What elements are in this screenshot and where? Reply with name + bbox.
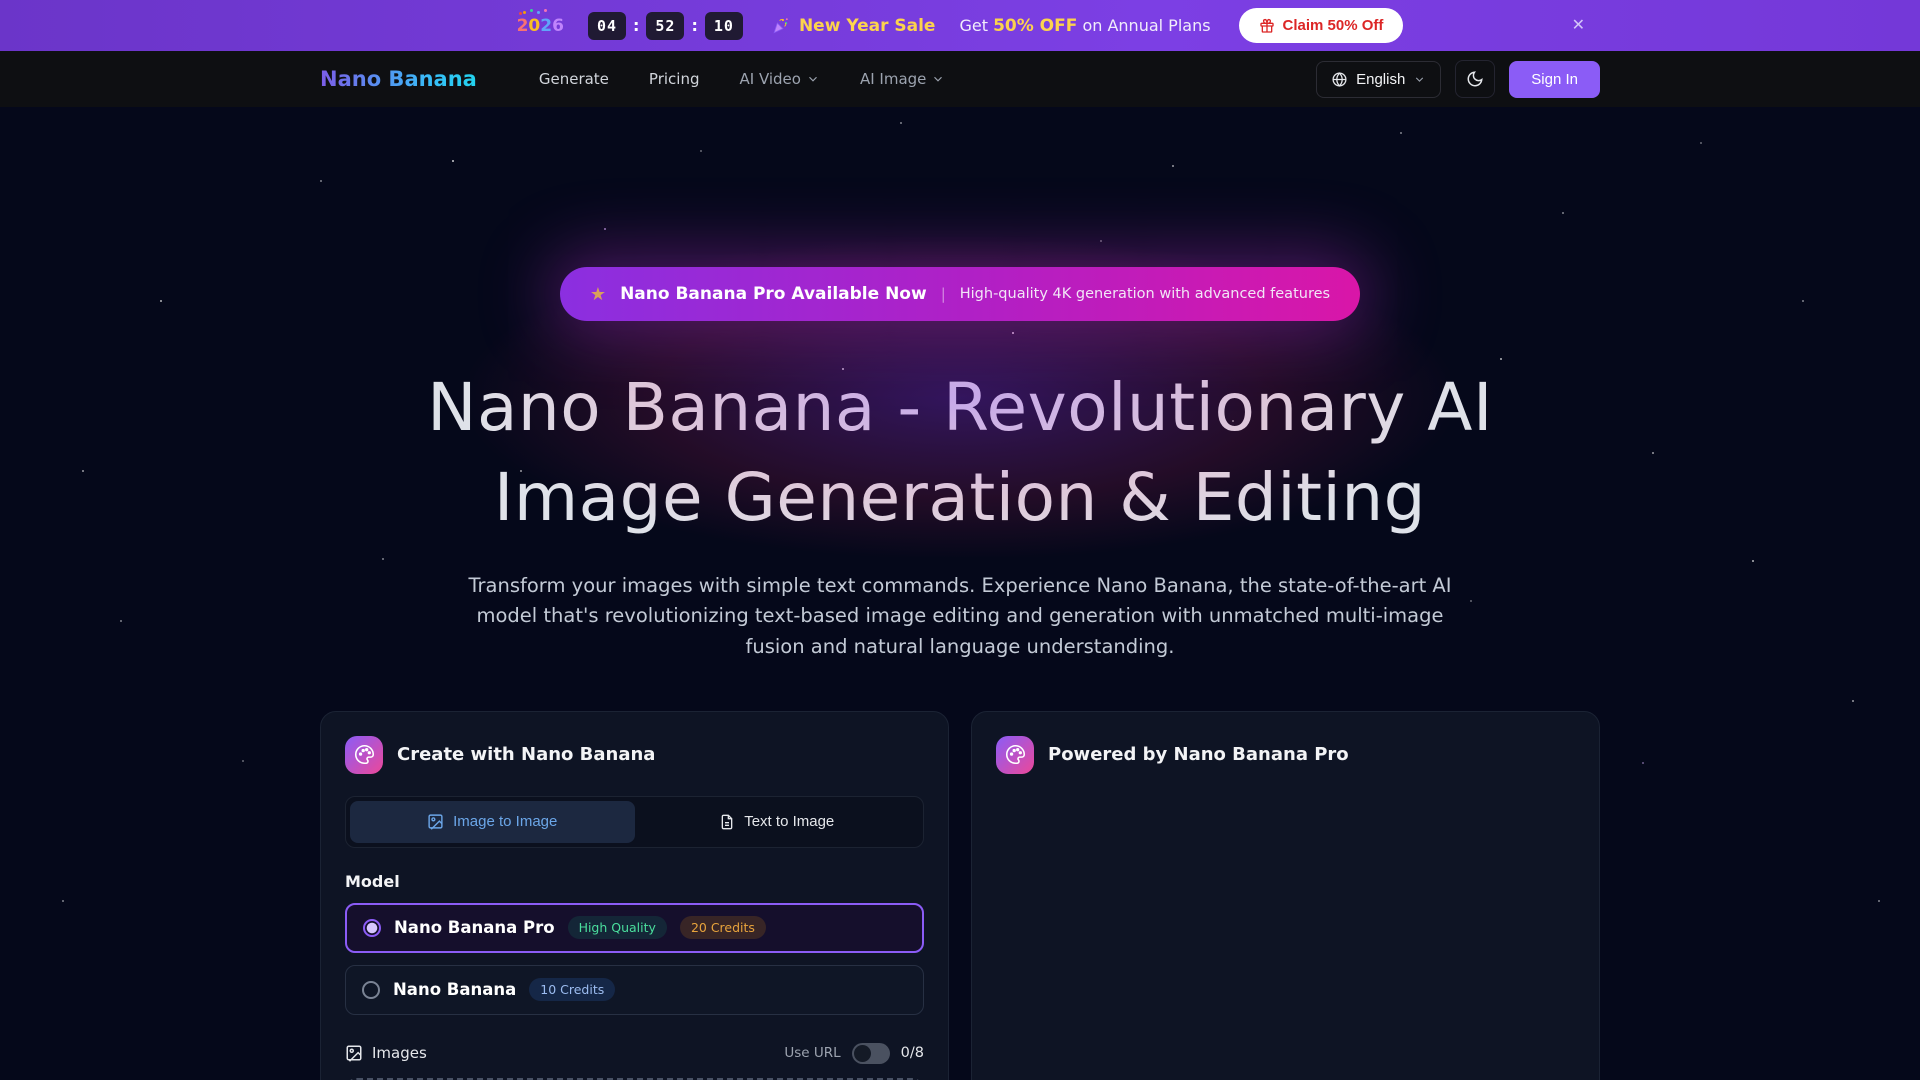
hero-section: ★ Nano Banana Pro Available Now | High-q…	[0, 107, 1920, 663]
top-navigation: Nano Banana Generate Pricing AI Video AI…	[0, 51, 1920, 107]
images-label: Images	[372, 1044, 427, 1062]
radio-unselected-icon	[362, 981, 380, 999]
badge-subtitle: High-quality 4K generation with advanced…	[960, 286, 1330, 302]
credits-badge: 10 Credits	[529, 978, 615, 1001]
countdown-minutes: 52	[646, 12, 684, 40]
palette-icon	[996, 736, 1034, 774]
credits-badge: 20 Credits	[680, 916, 766, 939]
preview-title: Powered by Nano Banana Pro	[1048, 744, 1349, 765]
language-selector[interactable]: English	[1316, 61, 1441, 98]
nav-links: Generate Pricing AI Video AI Image	[539, 70, 946, 88]
moon-icon	[1466, 70, 1484, 88]
page-title: Nano Banana - Revolutionary AI Image Gen…	[0, 363, 1920, 543]
generator-title: Create with Nano Banana	[397, 744, 655, 765]
chevron-down-icon	[931, 72, 945, 86]
document-icon	[719, 814, 735, 830]
gift-icon	[1259, 18, 1275, 34]
model-option-nano-banana-pro[interactable]: Nano Banana Pro High Quality 20 Credits	[345, 903, 924, 953]
countdown-separator: :	[633, 16, 639, 35]
image-counter: 0/8	[901, 1045, 924, 1061]
countdown-timer: 04 : 52 : 10	[588, 12, 743, 40]
claim-offer-button[interactable]: Claim 50% Off	[1239, 8, 1404, 43]
preview-card: Powered by Nano Banana Pro	[971, 711, 1600, 1080]
image-icon	[427, 813, 444, 830]
images-header-row: Images Use URL 0/8	[345, 1043, 924, 1064]
badge-divider: |	[941, 285, 946, 303]
tab-text-to-image[interactable]: Text to Image	[635, 801, 920, 843]
sale-offer-text: Get 50% OFF on Annual Plans	[959, 16, 1210, 36]
countdown-separator: :	[691, 16, 697, 35]
badge-title: Nano Banana Pro Available Now	[620, 284, 927, 304]
party-popper-icon	[771, 16, 790, 35]
generator-card: Create with Nano Banana Image to Image T…	[320, 711, 949, 1080]
sale-headline: New Year Sale	[771, 16, 936, 36]
sale-title: New Year Sale	[799, 16, 936, 36]
use-url-label: Use URL	[784, 1045, 840, 1061]
logo[interactable]: Nano Banana	[320, 67, 477, 91]
image-icon	[345, 1044, 363, 1062]
banner-close-button[interactable]: ✕	[1572, 18, 1585, 34]
discount-amount: 50% OFF	[993, 16, 1077, 36]
countdown-seconds: 10	[705, 12, 743, 40]
star-icon: ★	[590, 284, 606, 305]
nav-item-ai-video[interactable]: AI Video	[739, 70, 819, 88]
pro-announcement-badge[interactable]: ★ Nano Banana Pro Available Now | High-q…	[560, 267, 1360, 321]
use-url-toggle[interactable]	[852, 1043, 890, 1064]
sign-in-button[interactable]: Sign In	[1509, 61, 1600, 98]
nav-item-generate[interactable]: Generate	[539, 70, 609, 88]
close-icon: ✕	[1572, 17, 1585, 34]
palette-icon	[345, 736, 383, 774]
nav-item-pricing[interactable]: Pricing	[649, 70, 700, 88]
radio-selected-icon	[363, 919, 381, 937]
countdown-hours: 04	[588, 12, 626, 40]
globe-icon	[1331, 71, 1348, 88]
chevron-down-icon	[806, 72, 820, 86]
new-year-2026-icon: 2026	[517, 16, 564, 36]
toggle-knob	[854, 1045, 871, 1062]
promo-banner: 2026 04 : 52 : 10 New Year Sale Get 50% …	[0, 0, 1920, 51]
model-option-nano-banana[interactable]: Nano Banana 10 Credits	[345, 965, 924, 1015]
model-section-label: Model	[345, 872, 924, 891]
mode-tabs: Image to Image Text to Image	[345, 796, 924, 848]
tab-image-to-image[interactable]: Image to Image	[350, 801, 635, 843]
quality-badge: High Quality	[568, 916, 667, 939]
nav-item-ai-image[interactable]: AI Image	[860, 70, 945, 88]
chevron-down-icon	[1413, 73, 1426, 86]
theme-toggle-button[interactable]	[1455, 60, 1495, 98]
hero-description: Transform your images with simple text c…	[450, 571, 1470, 663]
main-content: Create with Nano Banana Image to Image T…	[320, 711, 1600, 1080]
